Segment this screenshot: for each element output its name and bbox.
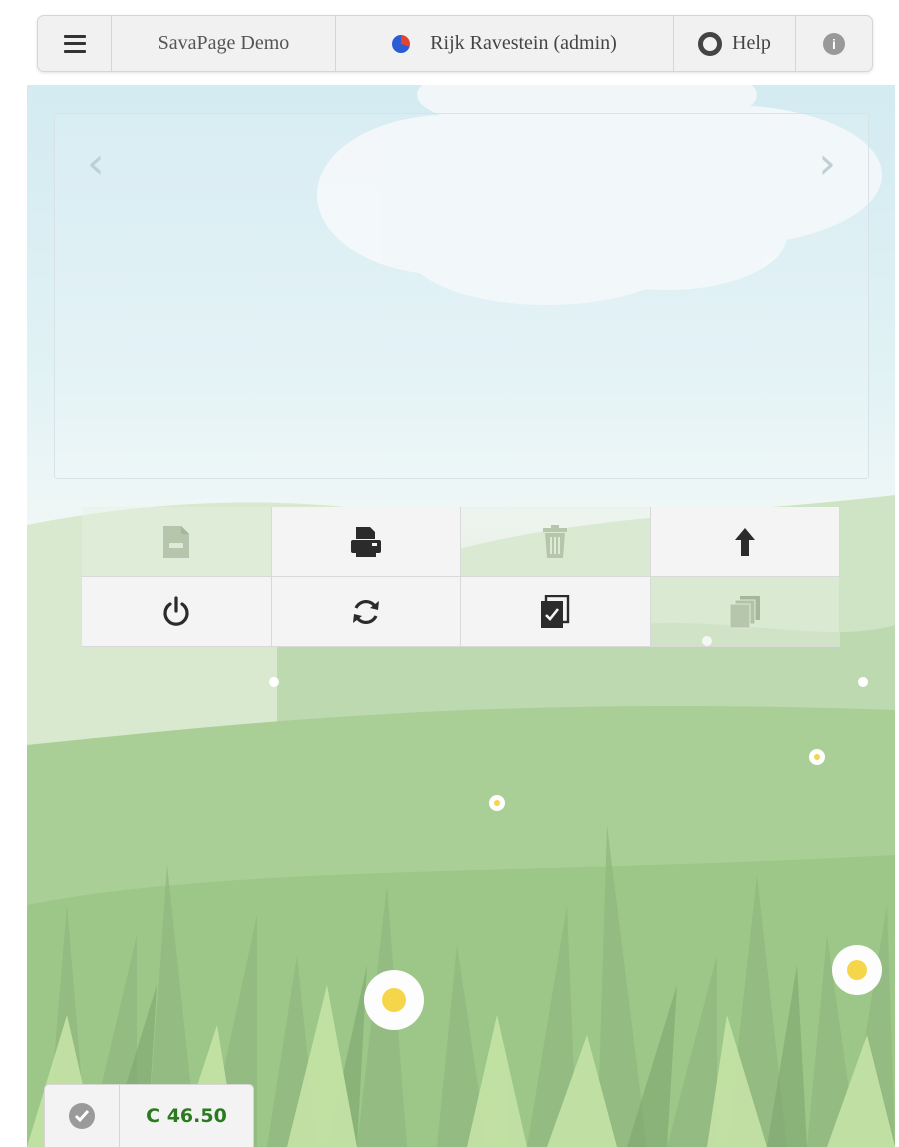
- info-button[interactable]: i: [796, 16, 872, 71]
- print-button[interactable]: [271, 507, 461, 577]
- upload-button[interactable]: [650, 507, 840, 577]
- pdf-button[interactable]: [82, 507, 272, 577]
- logout-button[interactable]: [82, 577, 272, 647]
- check-circle-icon: [69, 1103, 95, 1129]
- page-carousel: ‹ ›: [54, 113, 869, 479]
- account-balance[interactable]: C 46.50: [44, 1084, 254, 1147]
- power-icon: [163, 595, 189, 626]
- printer-icon: [350, 526, 381, 557]
- menu-button[interactable]: [38, 16, 112, 71]
- app-title-label: SavaPage Demo: [157, 32, 290, 54]
- user-button[interactable]: Rijk Ravestein (admin): [336, 16, 674, 71]
- delete-button[interactable]: [461, 507, 651, 577]
- refresh-button[interactable]: [271, 577, 461, 647]
- top-toolbar: SavaPage Demo Rijk Ravestein (admin) Hel…: [37, 15, 873, 72]
- balance-amount: C 46.50: [146, 1105, 227, 1127]
- trash-icon: [543, 524, 568, 558]
- user-status-dot-icon: [392, 34, 411, 53]
- user-name-label: Rijk Ravestein (admin): [430, 32, 617, 54]
- app-root: SavaPage Demo Rijk Ravestein (admin) Hel…: [0, 0, 899, 1147]
- previous-arrow-icon[interactable]: ‹: [87, 142, 105, 186]
- copy-pages-button[interactable]: [650, 577, 840, 647]
- refresh-icon: [352, 599, 379, 624]
- next-arrow-icon[interactable]: ›: [818, 142, 836, 186]
- balance-status: [45, 1085, 120, 1147]
- app-title-button[interactable]: SavaPage Demo: [112, 16, 336, 71]
- info-circle-icon: i: [823, 32, 845, 55]
- copy-pages-icon: [729, 595, 760, 628]
- help-button[interactable]: Help: [674, 16, 796, 71]
- action-grid: [82, 507, 840, 647]
- upload-arrow-icon: [734, 527, 755, 556]
- lifebuoy-icon: [698, 31, 723, 56]
- help-label: Help: [732, 32, 771, 54]
- select-all-button[interactable]: [461, 577, 651, 647]
- select-all-icon: [541, 594, 570, 628]
- hamburger-menu-icon: [63, 34, 86, 53]
- pdf-file-icon: [163, 525, 190, 558]
